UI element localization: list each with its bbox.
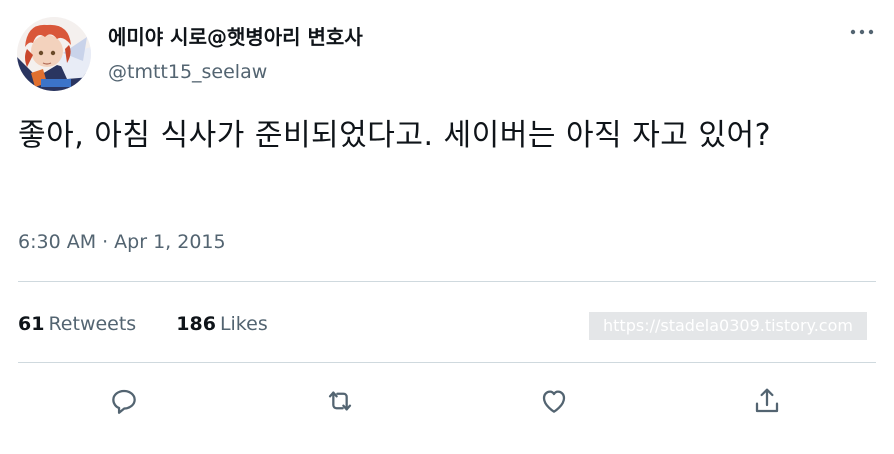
retweets-count: 61 [18, 313, 45, 335]
like-button[interactable] [533, 380, 575, 422]
retweets-stat[interactable]: 61 Retweets [18, 311, 136, 337]
reply-icon [112, 389, 136, 414]
engagement-stats: 61 Retweets 186 Likes [18, 311, 302, 337]
retweet-icon [328, 391, 352, 411]
watermark: https://stadela0309.tistory.com [589, 312, 867, 340]
retweets-label: Retweets [48, 313, 137, 335]
avatar[interactable] [17, 17, 91, 91]
retweet-button[interactable] [319, 380, 361, 422]
share-button[interactable] [746, 380, 788, 422]
timestamp-separator: · [102, 231, 109, 253]
divider-bottom [18, 362, 876, 363]
likes-count: 186 [176, 313, 216, 335]
tweet-time: 6:30 AM [18, 231, 97, 253]
author-display-name[interactable]: 에미야 시로@햇병아리 변호사 [108, 24, 363, 50]
tweet-date: Apr 1, 2015 [114, 231, 226, 253]
author-handle[interactable]: @tmtt15_seelaw [108, 60, 267, 84]
share-icon [755, 388, 779, 413]
likes-stat[interactable]: 186 Likes [176, 311, 267, 337]
heart-icon [542, 390, 566, 413]
tweet-text: 좋아, 아침 식사가 준비되었다고. 세이버는 아직 자고 있어? [18, 118, 772, 153]
more-options-button[interactable] [846, 20, 878, 44]
more-horizontal-icon [850, 29, 874, 35]
tweet-action-bar [0, 380, 894, 422]
reply-button[interactable] [103, 380, 145, 422]
tweet-timestamp[interactable]: 6:30 AM · Apr 1, 2015 [18, 229, 226, 255]
divider-top [18, 281, 876, 282]
likes-label: Likes [219, 313, 268, 335]
